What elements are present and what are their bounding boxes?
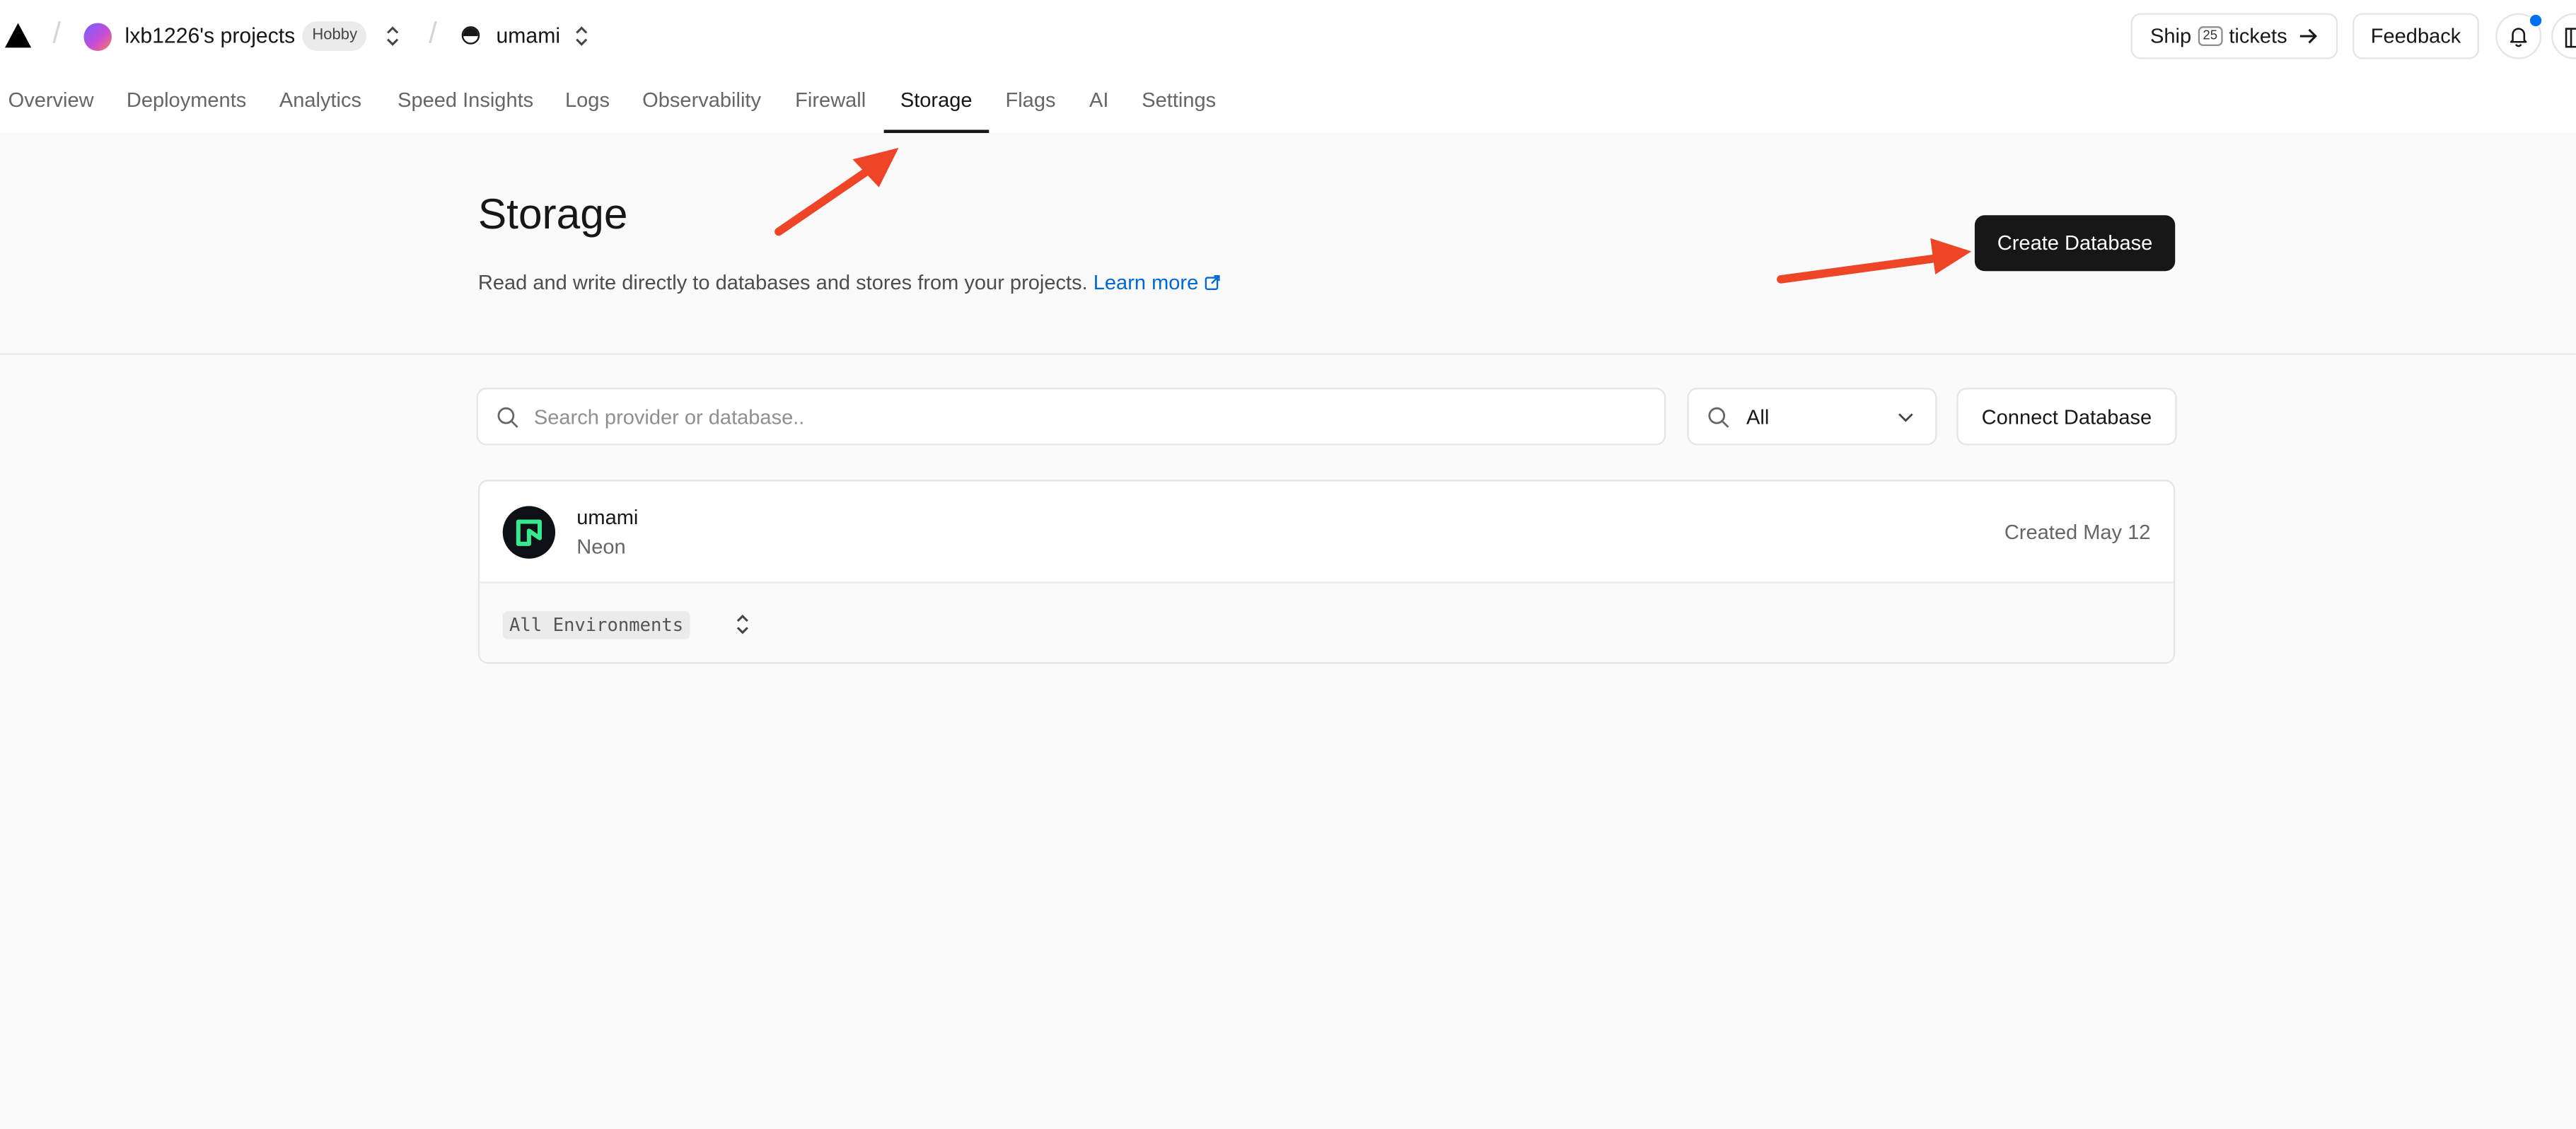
- tab-settings[interactable]: Settings: [1142, 88, 1216, 112]
- connect-database-button[interactable]: Connect Database: [1956, 388, 2177, 446]
- search-icon: [1708, 407, 1729, 428]
- database-row[interactable]: umami Neon Created May 12: [480, 482, 2174, 584]
- tab-flags[interactable]: Flags: [1005, 88, 1055, 112]
- environment-switcher-icon[interactable]: [734, 613, 750, 636]
- create-database-button[interactable]: Create Database: [1974, 215, 2176, 272]
- tab-firewall[interactable]: Firewall: [795, 88, 866, 112]
- database-card[interactable]: umami Neon Created May 12 All Environmen…: [477, 480, 2176, 664]
- tab-ai[interactable]: AI: [1089, 88, 1108, 112]
- learn-more-link[interactable]: Learn more: [1093, 271, 1221, 294]
- database-name[interactable]: umami: [576, 506, 638, 529]
- book-icon: [2565, 28, 2576, 48]
- plan-badge: Hobby: [302, 21, 368, 52]
- tab-logs[interactable]: Logs: [565, 88, 610, 112]
- top-bar: / lxb1226's projects Hobby / umami Ship …: [0, 0, 2576, 135]
- tab-overview[interactable]: Overview: [8, 88, 94, 112]
- tab-storage[interactable]: Storage: [900, 88, 973, 112]
- team-switcher-icon[interactable]: [385, 25, 401, 48]
- project-name[interactable]: umami: [496, 23, 560, 48]
- database-created-date: Created May 12: [2004, 521, 2151, 544]
- page-title: Storage: [477, 189, 628, 238]
- breadcrumb-separator: /: [52, 16, 61, 50]
- ship-ticket-count: 25: [2198, 26, 2223, 47]
- project-icon: [461, 26, 480, 45]
- page-description: Read and write directly to databases and…: [478, 271, 1221, 294]
- chevron-down-icon: [1898, 413, 1913, 422]
- tab-analytics[interactable]: Analytics: [279, 88, 361, 112]
- tab-observability[interactable]: Observability: [642, 88, 761, 112]
- neon-logo-icon: [502, 506, 556, 559]
- learn-more-label: Learn more: [1093, 271, 1199, 294]
- feedback-button[interactable]: Feedback: [2352, 13, 2479, 59]
- page: / lxb1226's projects Hobby / umami Ship …: [0, 0, 2576, 1129]
- ship-tickets-label: tickets: [2229, 24, 2287, 48]
- bell-icon: [2510, 28, 2527, 47]
- arrow-right-icon: [2300, 28, 2318, 44]
- docs-button[interactable]: [2551, 13, 2576, 59]
- filter-value: All: [1746, 405, 1770, 429]
- vercel-logo-icon[interactable]: [4, 21, 33, 51]
- notifications-button[interactable]: [2495, 13, 2543, 59]
- ship-label: Ship: [2149, 24, 2192, 48]
- description-text: Read and write directly to databases and…: [477, 271, 1088, 294]
- provider-filter-select[interactable]: All: [1687, 388, 1937, 446]
- notification-dot: [2528, 13, 2543, 28]
- tab-speed-insights[interactable]: Speed Insights: [398, 88, 533, 112]
- search-icon: [497, 407, 518, 428]
- search-input[interactable]: [533, 389, 1635, 444]
- team-name[interactable]: lxb1226's projects: [125, 23, 296, 48]
- database-footer: All Environments: [480, 583, 2174, 663]
- search-box: [476, 388, 1666, 446]
- tab-deployments[interactable]: Deployments: [127, 88, 246, 112]
- storage-header: Storage Read and write directly to datab…: [0, 133, 2576, 355]
- project-switcher-icon[interactable]: [574, 25, 590, 48]
- breadcrumb-separator: /: [429, 16, 437, 50]
- ship-tickets-button[interactable]: Ship 25 tickets: [2130, 13, 2338, 59]
- external-link-icon: [1205, 275, 1220, 290]
- database-provider: Neon: [576, 535, 626, 559]
- team-avatar[interactable]: [83, 23, 112, 52]
- environment-pill: All Environments: [502, 611, 690, 639]
